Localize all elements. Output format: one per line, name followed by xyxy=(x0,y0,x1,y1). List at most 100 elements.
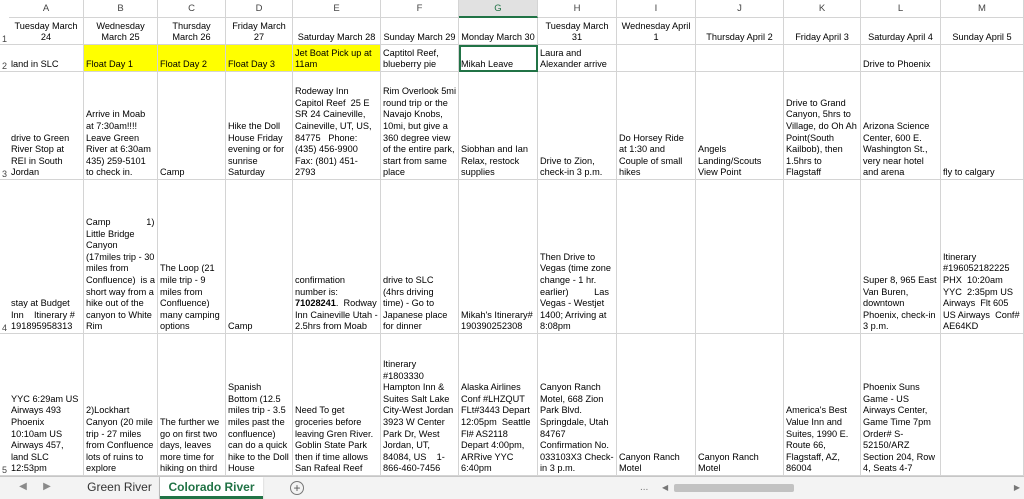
cell-m3[interactable]: fly to calgary xyxy=(941,72,1024,180)
column-header-l[interactable]: L xyxy=(861,0,941,18)
cell-b2[interactable]: Float Day 1 xyxy=(84,45,158,72)
cell-a1[interactable]: Tuesday March 24 xyxy=(9,18,84,45)
cell-c4[interactable]: The Loop (21 mile trip - 9 miles from Co… xyxy=(158,180,226,334)
cell-b5[interactable]: 2)Lockhart Canyon (20 mile trip - 27 mil… xyxy=(84,334,158,476)
cell-j2[interactable] xyxy=(696,45,784,72)
next-sheet-button[interactable]: ▶ xyxy=(40,481,54,492)
cell-i3[interactable]: Do Horsey Ride at 1:30 and Couple of sma… xyxy=(617,72,696,180)
cell-g3[interactable]: Siobhan and Ian Relax, restock supplies xyxy=(459,72,538,180)
cell-l4[interactable]: Super 8, 965 East Van Buren, downtown Ph… xyxy=(861,180,941,334)
cell-h3[interactable]: Drive to Zion, check-in 3 p.m. xyxy=(538,72,617,180)
cell-h5[interactable]: Canyon Ranch Motel, 668 Zion Park Blvd. … xyxy=(538,334,617,476)
cell-i5[interactable]: Canyon Ranch Motel xyxy=(617,334,696,476)
cell-e3[interactable]: Rodeway Inn Capitol Reef 25 E SR 24 Cain… xyxy=(293,72,381,180)
cell-m1[interactable]: Sunday April 5 xyxy=(941,18,1024,45)
row-header-3[interactable]: 3 xyxy=(0,72,9,180)
column-header-e[interactable]: E xyxy=(293,0,381,18)
cell-e1[interactable]: Saturday March 28 xyxy=(293,18,381,45)
cell-f5[interactable]: Itinerary #1803330 Hampton Inn & Suites … xyxy=(381,334,459,476)
cell-l2[interactable]: Drive to Phoenix xyxy=(861,45,941,72)
cell-g4[interactable]: Mikah's Itinerary# 190390252308 xyxy=(459,180,538,334)
cell-l3[interactable]: Arizona Science Center, 600 E. Washingto… xyxy=(861,72,941,180)
cell-c5[interactable]: The further we go on first two days, lea… xyxy=(158,334,226,476)
column-header-i[interactable]: I xyxy=(617,0,696,18)
cell-i1[interactable]: Wednesday April 1 xyxy=(617,18,696,45)
cell-g5[interactable]: Alaska Airlines Conf #LHZQUT FLt#3443 De… xyxy=(459,334,538,476)
column-header-d[interactable]: D xyxy=(226,0,293,18)
cell-d4[interactable]: Camp xyxy=(226,180,293,334)
cell-f4[interactable]: drive to SLC (4hrs driving time) - Go to… xyxy=(381,180,459,334)
horizontal-scrollbar[interactable]: ◀ ▶ xyxy=(660,483,1024,493)
cell-h2[interactable]: Laura and Alexander arrive xyxy=(538,45,617,72)
cell-e2[interactable]: Jet Boat Pick up at 11am xyxy=(293,45,381,72)
cell-c1[interactable]: Thursday March 26 xyxy=(158,18,226,45)
cell-text: Arrive in Moab at 7:30am!!!! Leave Green… xyxy=(86,109,151,178)
cell-m5[interactable] xyxy=(941,334,1024,476)
cell-text: Alaska Airlines Conf #LHZQUT FLt#3443 De… xyxy=(461,382,534,474)
cell-k2[interactable] xyxy=(784,45,861,72)
scrollbar-thumb[interactable] xyxy=(674,484,794,492)
cell-d3[interactable]: Hike the Doll House Friday evening or fo… xyxy=(226,72,293,180)
scroll-left-icon[interactable]: ◀ xyxy=(662,483,668,492)
cell-g2[interactable]: Mikah Leave xyxy=(459,45,538,72)
cell-e4[interactable]: confirmation number is: 71028241. Rodway… xyxy=(293,180,381,334)
cell-f1[interactable]: Sunday March 29 xyxy=(381,18,459,45)
cell-k5[interactable]: America's Best Value Inn and Suites, 199… xyxy=(784,334,861,476)
cell-j5[interactable]: Canyon Ranch Motel xyxy=(696,334,784,476)
column-header-h[interactable]: H xyxy=(538,0,617,18)
cell-f2[interactable]: Captitol Reef, blueberry pie xyxy=(381,45,459,72)
cell-text: Itinerary #1803330 Hampton Inn & Suites … xyxy=(383,359,456,474)
column-header-f[interactable]: F xyxy=(381,0,459,18)
cell-j3[interactable]: Angels Landing/Scouts View Point xyxy=(696,72,784,180)
cell-h1[interactable]: Tuesday March 31 xyxy=(538,18,617,45)
cell-j1[interactable]: Thursday April 2 xyxy=(696,18,784,45)
cell-l1[interactable]: Saturday April 4 xyxy=(861,18,941,45)
column-header-g[interactable]: G xyxy=(459,0,538,18)
cell-h4[interactable]: Then Drive to Vegas (time zone change - … xyxy=(538,180,617,334)
cell-e5[interactable]: Need To get groceries before leaving Gre… xyxy=(293,334,381,476)
prev-sheet-button[interactable]: ◀ xyxy=(16,481,30,492)
cell-a3[interactable]: drive to Green River Stop at REI in Sout… xyxy=(9,72,84,180)
column-header-k[interactable]: K xyxy=(784,0,861,18)
cell-g1[interactable]: Monday March 30 xyxy=(459,18,538,45)
cell-m4[interactable]: Itinerary #196052182225 PHX 10:20am YYC … xyxy=(941,180,1024,334)
cell-k3[interactable]: Drive to Grand Canyon, 5hrs to Village, … xyxy=(784,72,861,180)
cell-d1[interactable]: Friday March 27 xyxy=(226,18,293,45)
row-header-5[interactable]: 5 xyxy=(0,334,9,476)
cell-l5[interactable]: Phoenix Suns Game - US Airways Center, G… xyxy=(861,334,941,476)
scroll-right-icon[interactable]: ▶ xyxy=(1014,483,1020,492)
sheet-tab-colorado-river[interactable]: Colorado River xyxy=(160,477,263,499)
cell-b4[interactable]: Camp 1) Little Bridge Canyon (17miles tr… xyxy=(84,180,158,334)
cell-c2[interactable]: Float Day 2 xyxy=(158,45,226,72)
column-header-j[interactable]: J xyxy=(696,0,784,18)
cell-text: Laura and Alexander arrive xyxy=(540,47,607,70)
column-header-b[interactable]: B xyxy=(84,0,158,18)
cell-a2[interactable]: land in SLC xyxy=(9,45,84,72)
cell-k4[interactable] xyxy=(784,180,861,334)
column-header-m[interactable]: M xyxy=(941,0,1024,18)
select-all-corner[interactable] xyxy=(0,0,9,19)
cell-i4[interactable] xyxy=(617,180,696,334)
row-header-4[interactable]: 4 xyxy=(0,180,9,334)
more-sheets-icon[interactable]: ... xyxy=(640,482,648,493)
add-sheet-button[interactable]: + xyxy=(290,481,304,495)
row-header-2[interactable]: 2 xyxy=(0,45,9,72)
column-header-a[interactable]: A xyxy=(9,0,84,18)
column-header-c[interactable]: C xyxy=(158,0,226,18)
cell-j4[interactable] xyxy=(696,180,784,334)
cell-text: America's Best Value Inn and Suites, 199… xyxy=(786,405,851,474)
cell-a4[interactable]: stay at Budget Inn Itinerary # 191895958… xyxy=(9,180,84,334)
row-header-1[interactable]: 1 xyxy=(0,18,9,45)
cell-b3[interactable]: Arrive in Moab at 7:30am!!!! Leave Green… xyxy=(84,72,158,180)
cell-a5[interactable]: YYC 6:29am US Airways 493 Phoenix 10:10a… xyxy=(9,334,84,476)
cell-k1[interactable]: Friday April 3 xyxy=(784,18,861,45)
cell-m2[interactable] xyxy=(941,45,1024,72)
cell-b1[interactable]: Wednesday March 25 xyxy=(84,18,158,45)
cell-d2[interactable]: Float Day 3 xyxy=(226,45,293,72)
cell-c3[interactable]: Camp xyxy=(158,72,226,180)
cell-text: Drive to Phoenix xyxy=(863,59,931,70)
sheet-tab-green-river[interactable]: Green River xyxy=(80,477,160,499)
cell-i2[interactable] xyxy=(617,45,696,72)
cell-f3[interactable]: Rim Overlook 5mi round trip or the Navaj… xyxy=(381,72,459,180)
cell-d5[interactable]: Spanish Bottom (12.5 miles trip - 3.5 mi… xyxy=(226,334,293,476)
